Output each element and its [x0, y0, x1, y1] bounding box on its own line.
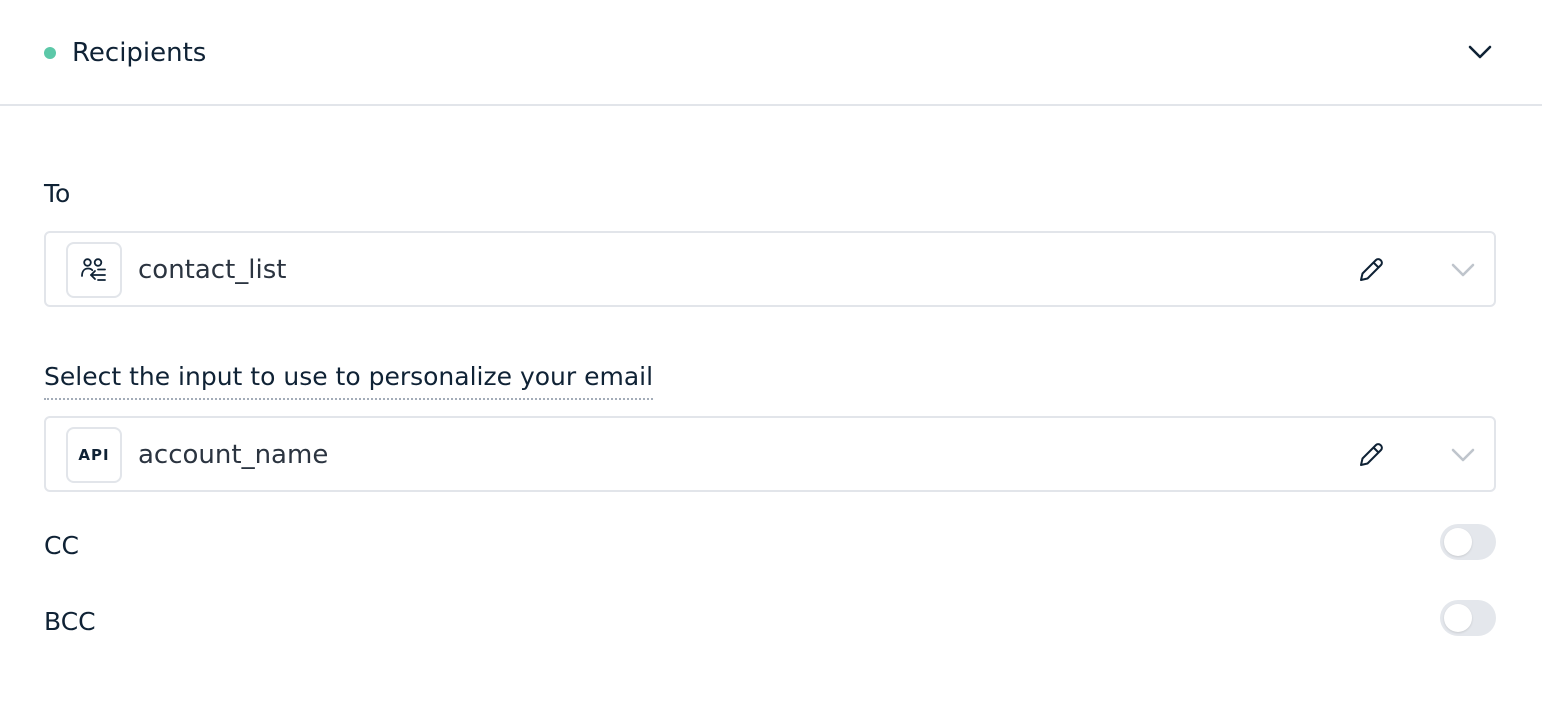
status-dot: [44, 47, 56, 59]
api-badge-text: API: [78, 446, 110, 464]
personalize-input-select[interactable]: API account_name: [44, 416, 1496, 492]
to-label: To: [44, 179, 71, 208]
recipients-section-header[interactable]: Recipients: [0, 0, 1542, 106]
bcc-toggle-knob: [1444, 604, 1472, 632]
bcc-toggle[interactable]: [1440, 600, 1496, 636]
chevron-down-icon[interactable]: [1448, 442, 1478, 468]
bcc-label: BCC: [44, 607, 96, 636]
collapse-chevron-icon[interactable]: [1466, 40, 1494, 64]
personalize-label: Select the input to use to personalize y…: [44, 361, 654, 400]
cc-label: CC: [44, 531, 79, 560]
pencil-icon[interactable]: [1356, 440, 1386, 470]
api-badge: API: [66, 427, 122, 483]
personalize-select-value: account_name: [138, 440, 329, 470]
section-title: Recipients: [72, 38, 207, 68]
cc-toggle[interactable]: [1440, 524, 1496, 560]
cc-toggle-knob: [1444, 528, 1472, 556]
chevron-down-icon[interactable]: [1448, 257, 1478, 283]
to-select[interactable]: contact_list: [44, 231, 1496, 307]
pencil-icon[interactable]: [1356, 255, 1386, 285]
to-select-value: contact_list: [138, 255, 287, 285]
contacts-icon: [66, 242, 122, 298]
